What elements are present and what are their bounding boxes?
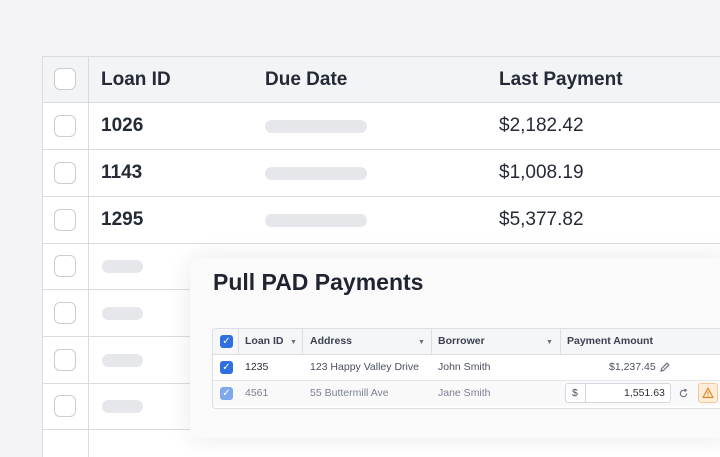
due-date-placeholder — [265, 214, 367, 227]
last-payment-cell: $2,182.42 — [499, 115, 584, 136]
address-cell: 123 Happy Valley Drive — [310, 361, 419, 373]
row-checkbox[interactable]: ✓ — [220, 361, 233, 374]
column-header-borrower[interactable]: Borrower — [438, 335, 485, 347]
row-checkbox[interactable] — [54, 162, 76, 184]
table-row[interactable]: ✓ 1235 123 Happy Valley Drive John Smith… — [213, 355, 720, 381]
pull-pad-payments-dialog: Pull PAD Payments ✓ Loan ID ▼ Address ▼ … — [190, 258, 720, 438]
loans-table-header: Loan ID Due Date Last Payment — [43, 57, 720, 103]
loan-id-cell: 1235 — [245, 361, 269, 373]
row-checkbox[interactable] — [54, 115, 76, 137]
loan-id-placeholder — [102, 307, 143, 320]
due-date-placeholder — [265, 167, 367, 180]
row-checkbox[interactable] — [54, 209, 76, 231]
loan-id-cell: 1295 — [101, 209, 144, 230]
table-row[interactable]: 1143 $1,008.19 — [43, 150, 720, 197]
loan-id-cell: 4561 — [245, 387, 269, 399]
column-header-due-date[interactable]: Due Date — [265, 69, 347, 91]
payment-amount-cell: $1,237.45 — [609, 361, 656, 373]
row-checkbox[interactable] — [54, 255, 76, 277]
loan-id-cell: 1143 — [101, 162, 143, 183]
loan-id-placeholder — [102, 400, 143, 413]
payment-amount-input[interactable]: $ 1,551.63 — [565, 383, 671, 403]
dialog-title: Pull PAD Payments — [213, 269, 424, 295]
borrower-cell: John Smith — [438, 361, 491, 373]
loan-id-placeholder — [102, 260, 143, 273]
sort-caret-icon[interactable]: ▼ — [418, 339, 425, 346]
table-row[interactable]: ✓ 4561 55 Buttermill Ave Jane Smith $ 1,… — [213, 381, 720, 406]
address-cell: 55 Buttermill Ave — [310, 387, 389, 399]
loan-id-placeholder — [102, 354, 143, 367]
column-header-address[interactable]: Address — [310, 335, 352, 347]
borrower-cell: Jane Smith — [438, 387, 491, 399]
payments-table: ✓ Loan ID ▼ Address ▼ Borrower ▼ Payment… — [212, 328, 720, 409]
sort-caret-icon[interactable]: ▼ — [290, 339, 297, 346]
sort-caret-icon[interactable]: ▼ — [546, 339, 553, 346]
select-all-checkbox[interactable] — [54, 68, 76, 90]
warning-indicator[interactable] — [698, 383, 718, 403]
row-checkbox[interactable] — [54, 302, 76, 324]
table-row[interactable]: 1026 $2,182.42 — [43, 103, 720, 150]
column-header-loan-id[interactable]: Loan ID — [101, 69, 171, 91]
table-row[interactable]: 1295 $5,377.82 — [43, 197, 720, 244]
reset-icon[interactable] — [678, 388, 689, 399]
row-checkbox[interactable]: ✓ — [220, 387, 233, 400]
row-checkbox[interactable] — [54, 395, 76, 417]
amount-input-value: 1,551.63 — [624, 387, 665, 399]
loan-id-cell: 1026 — [101, 115, 144, 136]
column-header-loan-id[interactable]: Loan ID — [245, 335, 284, 347]
last-payment-cell: $5,377.82 — [499, 209, 584, 230]
row-checkbox[interactable] — [54, 349, 76, 371]
edit-pencil-icon[interactable] — [659, 361, 671, 373]
select-all-checkbox[interactable]: ✓ — [220, 335, 233, 348]
currency-symbol: $ — [572, 387, 578, 399]
column-header-last-payment[interactable]: Last Payment — [499, 69, 623, 91]
column-header-payment-amount[interactable]: Payment Amount — [567, 335, 653, 347]
due-date-placeholder — [265, 120, 367, 133]
last-payment-cell: $1,008.19 — [499, 162, 584, 183]
warning-icon — [702, 387, 714, 399]
payments-table-header: ✓ Loan ID ▼ Address ▼ Borrower ▼ Payment… — [213, 329, 720, 355]
